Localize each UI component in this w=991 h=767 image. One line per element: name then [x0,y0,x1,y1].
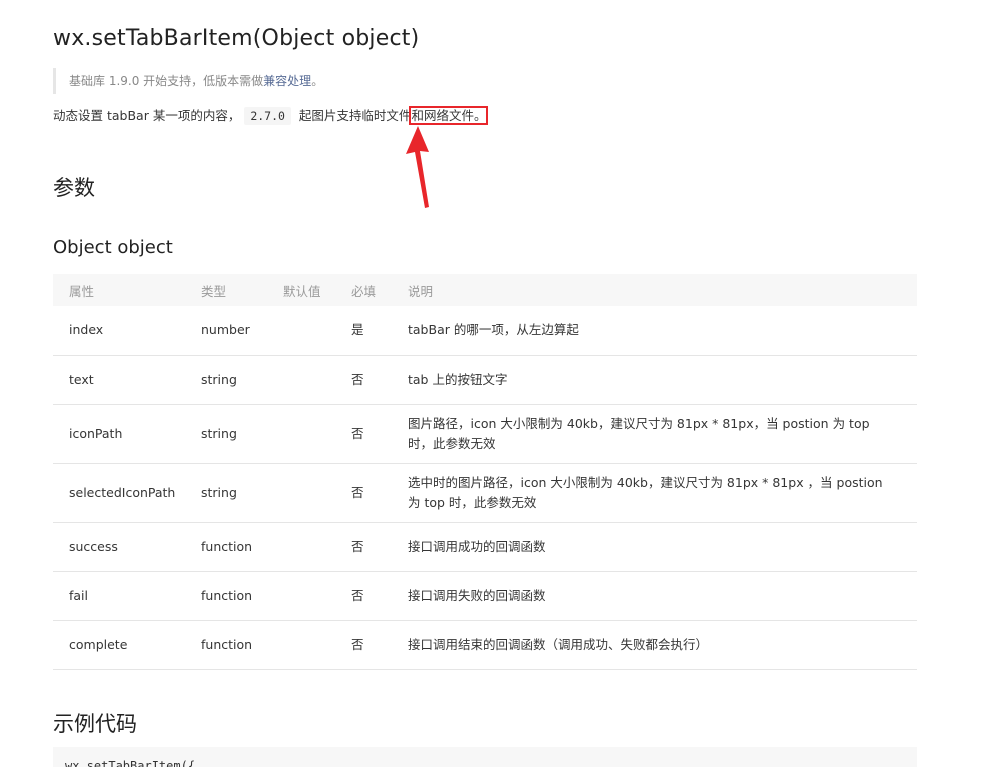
table-row: index number 是 tabBar 的哪一项，从左边算起 [53,306,917,356]
params-heading: 参数 [53,176,95,200]
cell-default [267,355,335,405]
cell-required: 否 [335,571,392,621]
cell-desc: tabBar 的哪一项，从左边算起 [392,306,917,356]
header-type: 类型 [201,283,227,299]
cell-type: string [185,463,267,523]
intro-text: 动态设置 tabBar 某一项的内容， [53,108,241,123]
header-desc: 说明 [408,283,434,299]
page-title: wx.setTabBarItem(Object object) [53,26,420,51]
highlight-annotation: 和网络文件。 [409,106,489,125]
intro-text-2: 起图片支持临时文件 [294,108,412,123]
cell-default [267,404,335,464]
cell-desc: 图片路径，icon 大小限制为 40kb，建议尺寸为 81px * 81px，当… [392,404,917,464]
intro-paragraph: 动态设置 tabBar 某一项的内容， 2.7.0 起图片支持临时文件和网络文件。 [53,106,489,125]
cell-required: 否 [335,463,392,523]
header-attr: 属性 [69,283,95,299]
cell-desc: 接口调用成功的回调函数 [392,522,917,572]
table-row: complete function 否 接口调用结束的回调函数（调用成功、失败都… [53,620,917,670]
table-row: iconPath string 否 图片路径，icon 大小限制为 40kb，建… [53,404,917,464]
cell-default [267,571,335,621]
table-row: success function 否 接口调用成功的回调函数 [53,522,917,572]
cell-default [267,620,335,670]
table-row: selectedIconPath string 否 选中时的图片路径，icon … [53,463,917,523]
cell-desc: 选中时的图片路径，icon 大小限制为 40kb，建议尺寸为 81px * 81… [392,463,917,523]
cell-type: number [185,306,267,356]
compat-note-text: 基础库 1.9.0 开始支持，低版本需做 [69,74,264,88]
cell-attr: fail [53,571,185,621]
compat-note: 基础库 1.9.0 开始支持，低版本需做兼容处理。 [53,68,323,94]
cell-type: function [185,522,267,572]
cell-required: 否 [335,404,392,464]
cell-default [267,463,335,523]
table-header-row: 属性 类型 默认值 必填 说明 [53,274,917,306]
header-default: 默认值 [283,283,321,299]
cell-default [267,522,335,572]
params-table: 属性 类型 默认值 必填 说明 index number 是 tabBar 的哪… [53,274,917,670]
compat-note-suffix: 。 [311,74,324,88]
cell-attr: selectedIconPath [53,463,185,523]
cell-required: 否 [335,522,392,572]
cell-type: function [185,620,267,670]
cell-required: 否 [335,355,392,405]
object-heading: Object object [53,237,173,258]
cell-desc: 接口调用失败的回调函数 [392,571,917,621]
cell-attr: iconPath [53,404,185,464]
code-line: wx.setTabBarItem({ [65,759,196,767]
annotation-arrow-icon [406,126,429,208]
cell-attr: complete [53,620,185,670]
cell-type: string [185,404,267,464]
cell-type: function [185,571,267,621]
version-code: 2.7.0 [244,107,291,125]
code-block: wx.setTabBarItem({ [53,747,917,767]
cell-required: 是 [335,306,392,356]
cell-attr: text [53,355,185,405]
cell-desc: 接口调用结束的回调函数（调用成功、失败都会执行） [392,620,917,670]
cell-required: 否 [335,620,392,670]
cell-type: string [185,355,267,405]
cell-attr: index [53,306,185,356]
cell-attr: success [53,522,185,572]
table-row: text string 否 tab 上的按钮文字 [53,355,917,405]
header-required: 必填 [351,283,377,299]
cell-default [267,306,335,356]
cell-desc: tab 上的按钮文字 [392,355,917,405]
example-heading: 示例代码 [53,712,137,736]
table-row: fail function 否 接口调用失败的回调函数 [53,571,917,621]
compat-link[interactable]: 兼容处理 [263,74,311,88]
